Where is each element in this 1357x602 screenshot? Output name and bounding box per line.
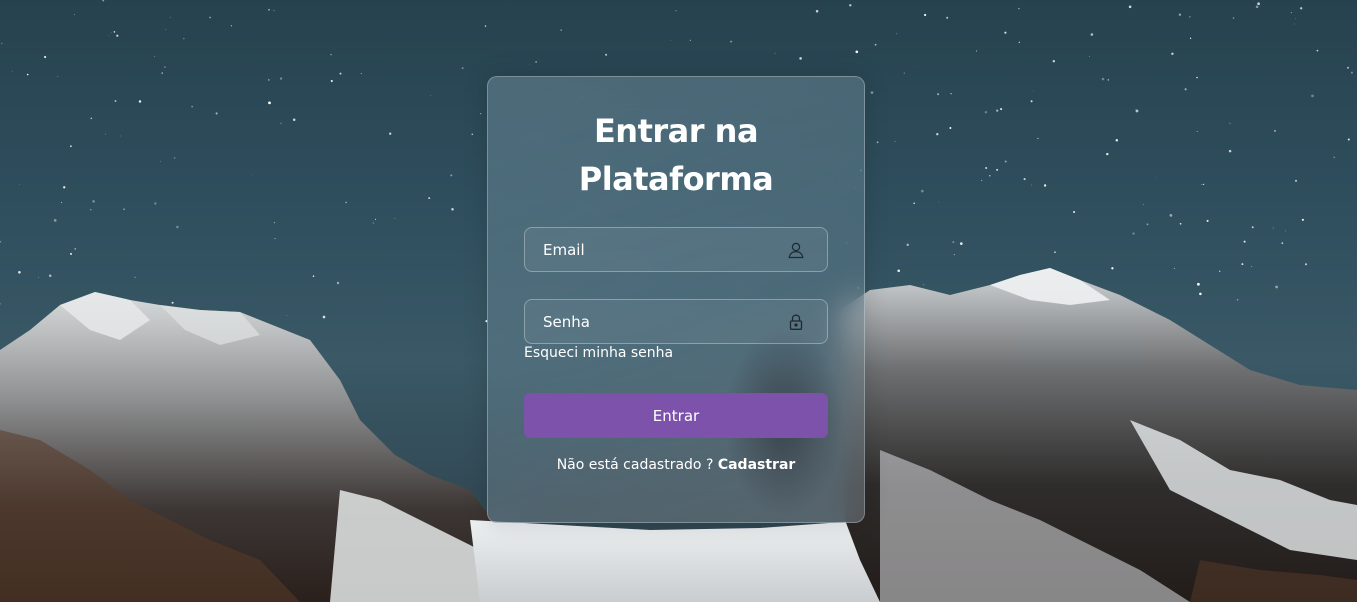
login-title-line2: Plataforma [578,160,774,198]
user-icon [787,241,805,259]
email-field[interactable] [524,227,828,272]
lock-icon [787,313,805,331]
register-prompt-text: Não está cadastrado ? [556,457,714,473]
login-page: Entrar na Plataforma Esqueci [0,0,1357,602]
email-input[interactable] [525,228,787,271]
register-link[interactable]: Cadastrar [718,457,795,473]
password-field[interactable] [524,299,828,344]
login-button[interactable]: Entrar [524,393,828,438]
password-input[interactable] [525,300,787,343]
login-title: Entrar na Plataforma [488,107,864,203]
forgot-password-link[interactable]: Esqueci minha senha [524,345,673,361]
login-title-line1: Entrar na [593,112,759,150]
register-prompt: Não está cadastrado ? Cadastrar [488,457,864,473]
login-card: Entrar na Plataforma Esqueci [487,76,865,523]
